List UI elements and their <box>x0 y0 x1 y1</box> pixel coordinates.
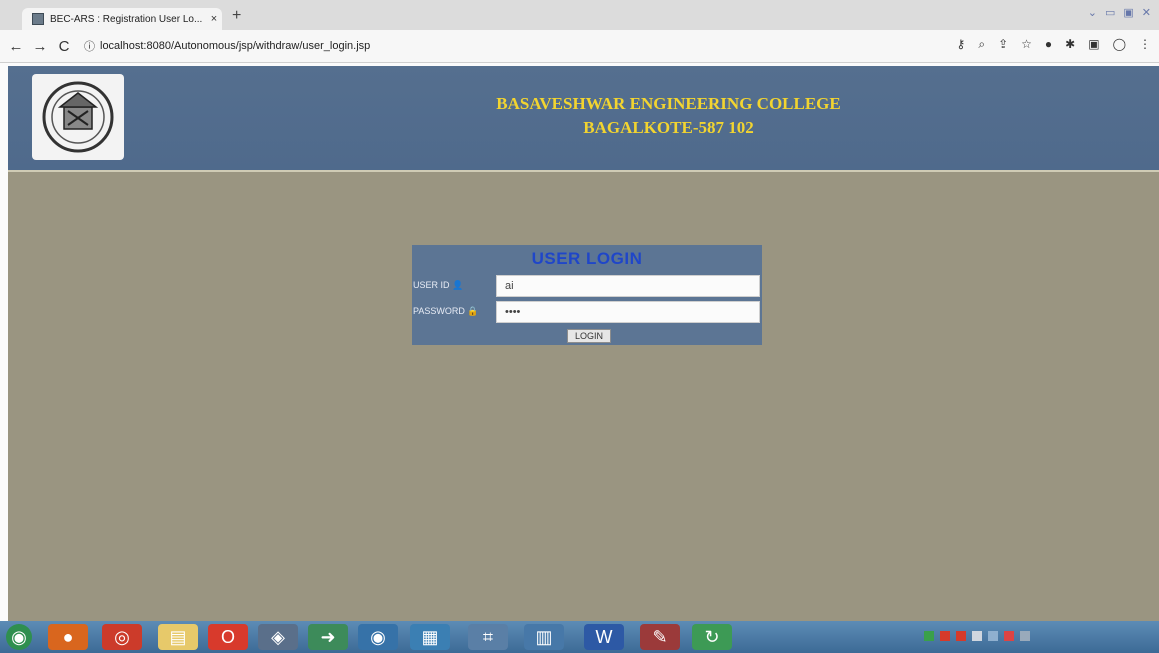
site-info-icon[interactable]: ⓘ <box>84 38 95 54</box>
arrow-app-icon[interactable]: ➜ <box>308 624 348 650</box>
bookmark-star-icon[interactable]: ☆ <box>1021 37 1032 52</box>
zoom-icon[interactable]: ⌕ <box>978 37 985 52</box>
favicon-icon <box>32 13 44 25</box>
puzzle-icon[interactable]: ✱ <box>1065 37 1075 52</box>
url-text[interactable]: localhost:8080/Autonomous/jsp/withdraw/u… <box>100 40 370 52</box>
network-tray-icon[interactable] <box>1020 631 1030 641</box>
opera-icon[interactable]: O <box>208 624 248 650</box>
app2-icon[interactable]: ▥ <box>524 624 564 650</box>
user-id-input[interactable]: ai <box>496 275 760 297</box>
start-orb-icon[interactable]: ◉ <box>6 624 32 650</box>
clock-date <box>1145 637 1147 647</box>
college-title: BASAVESHWAR ENGINEERING COLLEGE BAGALKOT… <box>8 92 1159 140</box>
tray-icon-4[interactable] <box>972 631 982 641</box>
minimize-icon[interactable]: ▭ <box>1105 6 1115 19</box>
tab-close-icon[interactable]: × <box>206 13 222 25</box>
tray-icon-3[interactable] <box>956 631 966 641</box>
maximize-icon[interactable]: ▣ <box>1123 6 1133 19</box>
address-bar[interactable]: ⓘ localhost:8080/Autonomous/jsp/withdraw… <box>84 38 370 54</box>
password-input[interactable]: •••• <box>496 301 760 323</box>
profile-icon[interactable]: ◯ <box>1113 37 1126 52</box>
paint-icon[interactable]: ✎ <box>640 624 680 650</box>
extension-icon[interactable]: ● <box>1045 37 1052 52</box>
login-title: USER LOGIN <box>531 249 643 268</box>
dropdown-icon[interactable]: ⌄ <box>1088 6 1097 19</box>
back-button[interactable]: ← <box>4 38 28 55</box>
share-icon[interactable]: ⇪ <box>998 37 1008 52</box>
tray-icon-5[interactable] <box>1004 631 1014 641</box>
forward-button[interactable]: → <box>28 38 52 55</box>
college-name-line1: BASAVESHWAR ENGINEERING COLLEGE <box>496 94 841 113</box>
system-tray <box>924 631 1030 641</box>
toolbar-actions: ⚷ ⌕ ⇪ ☆ ● ✱ ▣ ◯ ⋮ <box>957 37 1151 52</box>
lock-icon: 🔒 <box>467 306 479 316</box>
login-panel: USER LOGIN USER ID 👤 ai PASSWORD 🔒 •••• … <box>412 245 762 345</box>
clock-time <box>1145 627 1147 637</box>
word-icon[interactable]: W <box>584 624 624 650</box>
new-tab-button[interactable]: + <box>232 7 241 25</box>
tab-title: BEC-ARS : Registration User Lo... <box>50 13 203 25</box>
user-id-label: USER ID 👤 <box>413 280 464 290</box>
window-controls: ⌄ ▭ ▣ ✕ <box>1088 6 1151 19</box>
page-content: BASAVESHWAR ENGINEERING COLLEGE BAGALKOT… <box>8 66 1159 621</box>
refresh-app-icon[interactable]: ↻ <box>692 624 732 650</box>
network-icon[interactable]: ▦ <box>410 624 450 650</box>
password-label: PASSWORD 🔒 <box>413 306 479 316</box>
login-button[interactable]: LOGIN <box>567 329 611 343</box>
college-header: BASAVESHWAR ENGINEERING COLLEGE BAGALKOT… <box>8 66 1159 172</box>
browser-tab-bar: BEC-ARS : Registration User Lo... × + ⌄ … <box>0 0 1159 30</box>
tray-icon-2[interactable] <box>940 631 950 641</box>
user-id-row: USER ID 👤 ai <box>412 275 762 297</box>
sidebar-icon[interactable]: ▣ <box>1088 37 1099 52</box>
chrome-icon[interactable]: ◎ <box>102 624 142 650</box>
system-clock[interactable] <box>1145 627 1147 647</box>
tool-icon[interactable]: ⌗ <box>468 624 508 650</box>
reload-button[interactable]: C <box>52 38 76 55</box>
close-window-icon[interactable]: ✕ <box>1142 6 1151 19</box>
college-name-line2: BAGALKOTE-587 102 <box>583 118 754 137</box>
menu-icon[interactable]: ⋮ <box>1139 37 1151 52</box>
password-row: PASSWORD 🔒 •••• <box>412 301 762 323</box>
browser-tab[interactable]: BEC-ARS : Registration User Lo... × <box>22 8 222 30</box>
firefox-icon[interactable]: ● <box>48 624 88 650</box>
media-icon[interactable]: ◉ <box>358 624 398 650</box>
folder-icon[interactable]: ▤ <box>158 624 198 650</box>
tray-icon-1[interactable] <box>924 631 934 641</box>
volume-icon[interactable] <box>988 631 998 641</box>
key-icon[interactable]: ⚷ <box>957 37 966 52</box>
app-icon[interactable]: ◈ <box>258 624 298 650</box>
browser-toolbar: ← → C ⓘ localhost:8080/Autonomous/jsp/wi… <box>0 30 1159 63</box>
taskbar: ◉ ● ◎ ▤ O ◈ ➜ ◉ ▦ ⌗ ▥ W ✎ ↻ <box>0 621 1159 653</box>
user-icon: 👤 <box>452 280 464 290</box>
